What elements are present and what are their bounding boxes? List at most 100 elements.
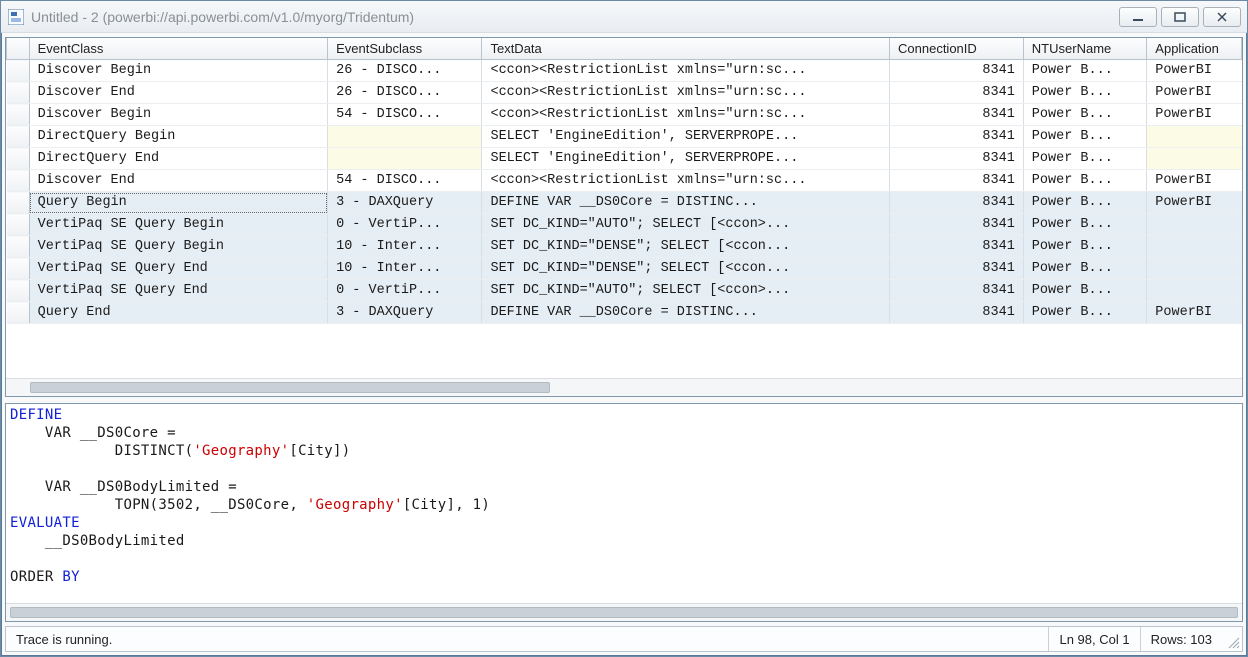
row-header[interactable] (7, 104, 30, 126)
cell-event-subclass[interactable]: 10 - Inter... (328, 258, 482, 280)
cell-text-data[interactable]: SET DC_KIND="DENSE"; SELECT [<ccon... (482, 236, 890, 258)
row-header[interactable] (7, 82, 30, 104)
grid-rowheader-corner[interactable] (7, 38, 30, 60)
cell-connection-id[interactable]: 8341 (890, 280, 1024, 302)
cell-connection-id[interactable]: 8341 (890, 192, 1024, 214)
cell-application[interactable]: PowerBI (1147, 192, 1242, 214)
cell-event-subclass[interactable] (328, 126, 482, 148)
row-header[interactable] (7, 170, 30, 192)
cell-event-class[interactable]: VertiPaq SE Query Begin (29, 236, 327, 258)
cell-nt-user[interactable]: Power B... (1023, 148, 1147, 170)
cell-event-subclass[interactable]: 0 - VertiP... (328, 280, 482, 302)
cell-nt-user[interactable]: Power B... (1023, 258, 1147, 280)
cell-text-data[interactable]: <ccon><RestrictionList xmlns="urn:sc... (482, 82, 890, 104)
cell-connection-id[interactable]: 8341 (890, 60, 1024, 82)
table-row[interactable]: Query Begin3 - DAXQueryDEFINE VAR __DS0C… (7, 192, 1242, 214)
cell-connection-id[interactable]: 8341 (890, 170, 1024, 192)
col-application[interactable]: Application (1147, 38, 1242, 60)
code-horizontal-scrollbar[interactable] (6, 603, 1242, 621)
resize-grip-icon[interactable] (1222, 627, 1242, 651)
titlebar[interactable]: Untitled - 2 (powerbi://api.powerbi.com/… (1, 1, 1247, 33)
table-row[interactable]: Discover End26 - DISCO...<ccon><Restrict… (7, 82, 1242, 104)
cell-application[interactable]: PowerBI (1147, 82, 1242, 104)
cell-connection-id[interactable]: 8341 (890, 148, 1024, 170)
cell-connection-id[interactable]: 8341 (890, 258, 1024, 280)
cell-connection-id[interactable]: 8341 (890, 236, 1024, 258)
cell-text-data[interactable]: SET DC_KIND="AUTO"; SELECT [<ccon>... (482, 280, 890, 302)
minimize-button[interactable] (1119, 7, 1157, 27)
scrollbar-thumb[interactable] (30, 382, 550, 393)
trace-grid[interactable]: EventClass EventSubclass TextData Connec… (6, 38, 1242, 324)
cell-event-class[interactable]: Discover Begin (29, 104, 327, 126)
cell-application[interactable]: PowerBI (1147, 104, 1242, 126)
cell-connection-id[interactable]: 8341 (890, 302, 1024, 324)
row-header[interactable] (7, 236, 30, 258)
table-row[interactable]: DirectQuery Begin SELECT 'EngineEdition'… (7, 126, 1242, 148)
cell-event-subclass[interactable]: 3 - DAXQuery (328, 192, 482, 214)
text-data-viewer[interactable]: DEFINE VAR __DS0Core = DISTINCT('Geograp… (6, 404, 1242, 603)
col-event-subclass[interactable]: EventSubclass (328, 38, 482, 60)
cell-text-data[interactable]: <ccon><RestrictionList xmlns="urn:sc... (482, 60, 890, 82)
table-row[interactable]: Query End3 - DAXQueryDEFINE VAR __DS0Cor… (7, 302, 1242, 324)
table-row[interactable]: VertiPaq SE Query End0 - VertiP...SET DC… (7, 280, 1242, 302)
cell-application[interactable]: PowerBI (1147, 60, 1242, 82)
cell-text-data[interactable]: SET DC_KIND="AUTO"; SELECT [<ccon>... (482, 214, 890, 236)
cell-event-class[interactable]: VertiPaq SE Query End (29, 280, 327, 302)
cell-nt-user[interactable]: Power B... (1023, 170, 1147, 192)
close-button[interactable] (1203, 7, 1241, 27)
cell-text-data[interactable]: DEFINE VAR __DS0Core = DISTINC... (482, 302, 890, 324)
cell-connection-id[interactable]: 8341 (890, 214, 1024, 236)
cell-nt-user[interactable]: Power B... (1023, 104, 1147, 126)
table-row[interactable]: Discover Begin26 - DISCO...<ccon><Restri… (7, 60, 1242, 82)
cell-event-class[interactable]: DirectQuery Begin (29, 126, 327, 148)
cell-application[interactable] (1147, 236, 1242, 258)
cell-application[interactable] (1147, 214, 1242, 236)
cell-application[interactable] (1147, 280, 1242, 302)
row-header[interactable] (7, 60, 30, 82)
cell-nt-user[interactable]: Power B... (1023, 60, 1147, 82)
col-nt-user-name[interactable]: NTUserName (1023, 38, 1147, 60)
cell-text-data[interactable]: <ccon><RestrictionList xmlns="urn:sc... (482, 170, 890, 192)
cell-nt-user[interactable]: Power B... (1023, 214, 1147, 236)
row-header[interactable] (7, 302, 30, 324)
table-row[interactable]: VertiPaq SE Query Begin0 - VertiP...SET … (7, 214, 1242, 236)
cell-nt-user[interactable]: Power B... (1023, 302, 1147, 324)
row-header[interactable] (7, 258, 30, 280)
table-row[interactable]: VertiPaq SE Query Begin10 - Inter...SET … (7, 236, 1242, 258)
cell-nt-user[interactable]: Power B... (1023, 82, 1147, 104)
cell-text-data[interactable]: SELECT 'EngineEdition', SERVERPROPE... (482, 148, 890, 170)
cell-event-class[interactable]: Query Begin (29, 192, 327, 214)
row-header[interactable] (7, 214, 30, 236)
cell-event-subclass[interactable]: 0 - VertiP... (328, 214, 482, 236)
scrollbar-thumb[interactable] (10, 607, 1238, 618)
cell-event-class[interactable]: Discover End (29, 170, 327, 192)
cell-application[interactable]: PowerBI (1147, 170, 1242, 192)
cell-connection-id[interactable]: 8341 (890, 126, 1024, 148)
cell-event-subclass[interactable]: 54 - DISCO... (328, 104, 482, 126)
cell-text-data[interactable]: SET DC_KIND="DENSE"; SELECT [<ccon... (482, 258, 890, 280)
cell-text-data[interactable]: SELECT 'EngineEdition', SERVERPROPE... (482, 126, 890, 148)
cell-event-class[interactable]: VertiPaq SE Query Begin (29, 214, 327, 236)
cell-connection-id[interactable]: 8341 (890, 104, 1024, 126)
table-row[interactable]: DirectQuery End SELECT 'EngineEdition', … (7, 148, 1242, 170)
col-text-data[interactable]: TextData (482, 38, 890, 60)
cell-application[interactable] (1147, 126, 1242, 148)
row-header[interactable] (7, 280, 30, 302)
cell-event-subclass[interactable]: 26 - DISCO... (328, 82, 482, 104)
row-header[interactable] (7, 192, 30, 214)
cell-event-class[interactable]: Query End (29, 302, 327, 324)
table-row[interactable]: VertiPaq SE Query End10 - Inter...SET DC… (7, 258, 1242, 280)
cell-application[interactable] (1147, 148, 1242, 170)
cell-event-class[interactable]: Discover Begin (29, 60, 327, 82)
table-row[interactable]: Discover Begin54 - DISCO...<ccon><Restri… (7, 104, 1242, 126)
cell-nt-user[interactable]: Power B... (1023, 236, 1147, 258)
cell-nt-user[interactable]: Power B... (1023, 280, 1147, 302)
cell-event-subclass[interactable] (328, 148, 482, 170)
cell-connection-id[interactable]: 8341 (890, 82, 1024, 104)
table-row[interactable]: Discover End54 - DISCO...<ccon><Restrict… (7, 170, 1242, 192)
cell-event-subclass[interactable]: 26 - DISCO... (328, 60, 482, 82)
cell-nt-user[interactable]: Power B... (1023, 126, 1147, 148)
cell-event-subclass[interactable]: 3 - DAXQuery (328, 302, 482, 324)
row-header[interactable] (7, 148, 30, 170)
cell-nt-user[interactable]: Power B... (1023, 192, 1147, 214)
